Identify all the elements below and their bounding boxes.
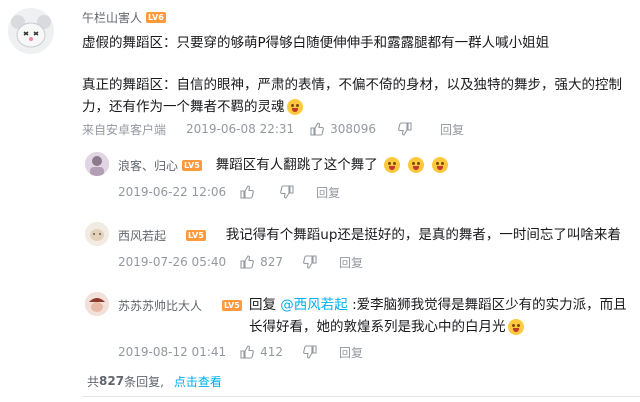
like-count: 308096	[330, 122, 376, 136]
emoji-face-icon	[407, 157, 424, 173]
reply-prefix: 回复	[249, 297, 276, 313]
level-badge: LV6	[146, 11, 166, 23]
reply-summary: 共 827 条回复, 点击查看	[87, 372, 222, 390]
emoji-face-icon	[507, 319, 524, 335]
reply-button[interactable]: 回复	[339, 254, 363, 271]
mention-link[interactable]: @西风若起	[280, 297, 348, 313]
reply-date: 2019-07-26 05:40	[118, 255, 227, 269]
avatar-mouse-image	[8, 8, 54, 54]
reply-button[interactable]: 回复	[339, 344, 363, 361]
comment-text-line1: 虚假的舞蹈区：只要穿的够萌P得够白随便伸伸手和露露腿都有一群人喊小姐姐	[82, 35, 550, 51]
dislike-icon[interactable]	[398, 122, 412, 136]
level-badge: LV5	[222, 299, 242, 311]
reply-date: 2019-06-22 12:06	[118, 185, 227, 199]
dislike-icon[interactable]	[303, 255, 317, 269]
total-count: 827	[99, 374, 125, 388]
reply-button[interactable]: 回复	[440, 121, 464, 138]
reply-username[interactable]: 西风若起	[118, 227, 166, 244]
avatar[interactable]	[8, 8, 54, 54]
like-count: 827	[260, 255, 284, 269]
comment-text-line2: 真正的舞蹈区：自信的眼神，严肃的表情，不偏不倚的身材，以及独特的舞步，强大的控制…	[82, 74, 634, 118]
like-count: 412	[260, 345, 284, 359]
reply-date: 2019-08-12 01:41	[118, 345, 227, 359]
reply-button[interactable]: 回复	[316, 184, 340, 201]
like-icon[interactable]	[240, 185, 255, 199]
avatar[interactable]	[85, 292, 109, 316]
comment-username[interactable]: 午栏山害人	[82, 9, 142, 26]
like-icon[interactable]	[310, 122, 325, 136]
bottom-divider	[82, 396, 640, 397]
level-badge: LV5	[186, 229, 206, 241]
total-prefix: 共	[87, 374, 100, 389]
reply-username[interactable]: 浪客、归心	[118, 157, 178, 174]
emoji-face-icon	[286, 99, 303, 115]
reply-text-block: 回复 @西风若起 :爱李脑狮我觉得是舞蹈区少有的实力派，而且长得好看，她的敦煌系…	[249, 294, 633, 338]
like-icon[interactable]	[240, 255, 255, 269]
emoji-face-icon	[383, 157, 400, 173]
dislike-icon[interactable]	[303, 345, 317, 359]
reply-username[interactable]: 苏苏苏帅比大人	[118, 297, 202, 314]
emoji-face-icon	[431, 157, 448, 173]
level-badge: LV5	[182, 159, 202, 171]
comment-date: 2019-06-08 22:31	[186, 122, 295, 136]
comment-text-line2-body: 真正的舞蹈区：自信的眼神，严肃的表情，不偏不倚的身材，以及独特的舞步，强大的控制…	[82, 77, 622, 115]
dislike-icon[interactable]	[280, 185, 294, 199]
reply-text: 我记得有个舞蹈up还是挺好的，是真的舞者，一时间忘了叫啥来着	[225, 227, 621, 243]
like-icon[interactable]	[240, 345, 255, 359]
view-replies-link[interactable]: 点击查看	[174, 373, 222, 390]
total-suffix: 条回复,	[124, 374, 164, 389]
reply-text: 舞蹈区有人翻跳了这个舞了	[215, 157, 378, 173]
avatar[interactable]	[85, 152, 109, 176]
avatar[interactable]	[85, 222, 109, 246]
comment-source: 来自安卓客户端	[82, 122, 167, 137]
